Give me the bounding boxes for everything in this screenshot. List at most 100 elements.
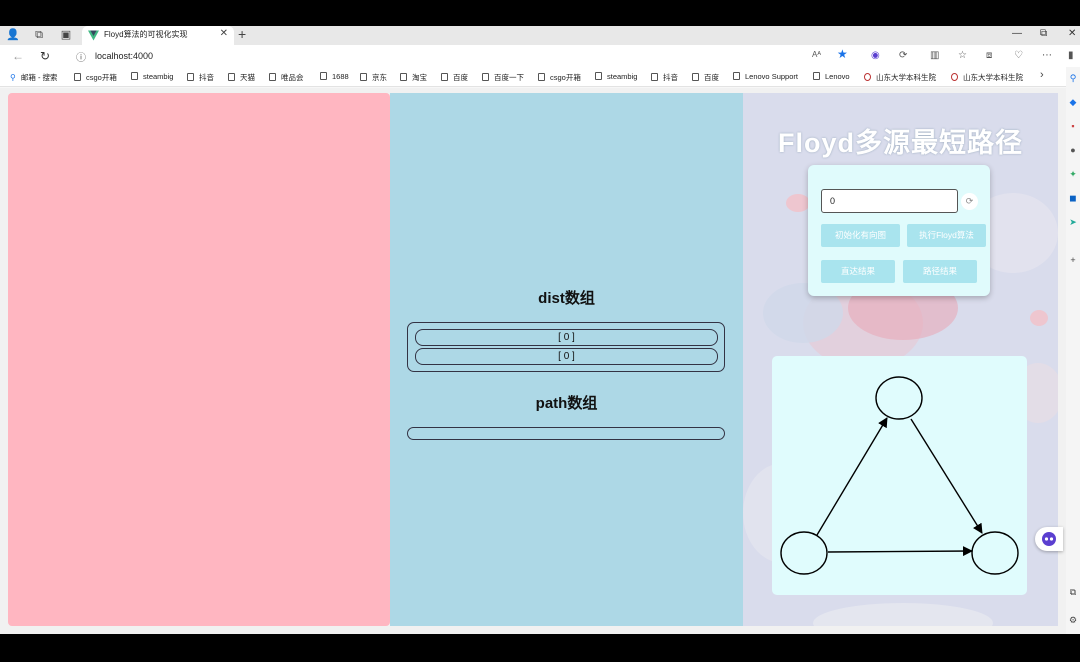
bookmark-label: 抖音 (199, 73, 214, 82)
page-content: dist数组 [ 0 ] [ 0 ] path数组 Floyd多源最短路径 0 … (0, 88, 1066, 634)
back-icon[interactable]: ← (12, 49, 24, 63)
bookmark-label: steambig (607, 72, 638, 81)
bookmark-item[interactable]: 百度 (441, 72, 468, 83)
tab-title: Floyd算法的可视化实现 (104, 30, 188, 39)
games-icon[interactable]: ✦ (1068, 169, 1078, 179)
bookmark-label: Lenovo Support (745, 72, 798, 81)
tab-bar: 👤 ⧉ ▣ Floyd算法的可视化实现 ✕ + — ⧉ ✕ (0, 26, 1080, 45)
copilot-icon[interactable]: ◉ (871, 50, 880, 61)
bookmark-label: csgo开箱 (86, 73, 117, 82)
people-icon[interactable]: ● (1068, 145, 1078, 155)
bookmark-label: 山东大学本科生院 (876, 73, 936, 82)
favorites-icon[interactable]: ☆ (958, 50, 967, 61)
bookmark-item[interactable]: 百度 (692, 72, 719, 83)
dist-row: [ 0 ] (415, 348, 718, 365)
direct-result-button[interactable]: 直达结果 (821, 260, 895, 283)
site-info-icon[interactable]: ⓘ (76, 49, 86, 64)
extensions-icon[interactable]: ⟳ (899, 50, 907, 61)
browser-essentials-icon[interactable]: ♡ (1014, 50, 1023, 61)
bookmark-label: steambig (143, 72, 174, 81)
search-sidebar-icon[interactable]: ⚲ (1068, 73, 1078, 83)
graph-node (875, 376, 923, 420)
bookmark-item[interactable]: 淘宝 (400, 72, 427, 83)
assistant-face-icon (1042, 532, 1056, 546)
bookmark-item[interactable]: 山东大学本科生院 (864, 72, 936, 83)
run-floyd-button[interactable]: 执行Floyd算法 (907, 224, 986, 247)
split-screen-icon[interactable]: ▥ (930, 50, 939, 61)
bookmark-item[interactable]: ⚲ 邮箱 - 搜索 (10, 72, 58, 83)
page-icon (269, 73, 276, 81)
url-text[interactable]: localhost:4000 (95, 51, 153, 61)
page-icon (538, 73, 545, 81)
outlook-icon[interactable]: ◼ (1068, 193, 1078, 203)
refresh-icon[interactable]: ↻ (40, 49, 50, 63)
bookmark-item[interactable]: steambig (595, 72, 637, 81)
app-title: Floyd多源最短路径 (778, 128, 1023, 158)
bookmark-item[interactable]: steambig (131, 72, 173, 81)
control-panel: Floyd多源最短路径 ⟳ 初始化有向图 执行Floyd算法 直达结果 路径结果 (743, 93, 1058, 626)
bookmark-item[interactable]: csgo开箱 (74, 72, 117, 83)
profile-icon[interactable]: 👤 (6, 29, 20, 42)
page-icon (482, 73, 489, 81)
collections-icon[interactable]: ⧈ (986, 50, 992, 61)
vue-logo-icon (88, 30, 99, 41)
page-icon (400, 73, 407, 81)
bookmark-label: 淘宝 (412, 73, 427, 82)
sidebar-toggle-icon[interactable]: ▮ (1068, 50, 1074, 61)
bookmark-item[interactable]: Lenovo (813, 72, 850, 81)
loading-spinner-icon: ⟳ (961, 193, 978, 210)
page-icon (441, 73, 448, 81)
dist-array: [ 0 ] [ 0 ] (407, 322, 725, 372)
drop-icon[interactable]: ➤ (1068, 217, 1078, 227)
tab-floyd[interactable]: Floyd算法的可视化实现 ✕ (82, 26, 234, 45)
init-graph-button[interactable]: 初始化有向图 (821, 224, 900, 247)
assistant-button[interactable] (1035, 527, 1063, 551)
more-menu-icon[interactable]: ⋯ (1042, 50, 1052, 61)
array-panel: dist数组 [ 0 ] [ 0 ] path数组 (390, 93, 743, 626)
bookmark-item[interactable]: 抖音 (651, 72, 678, 83)
sdu-icon (864, 73, 871, 81)
shopping-icon[interactable]: ◆ (1068, 97, 1078, 107)
bookmark-item[interactable]: 唯品会 (269, 72, 304, 83)
read-aloud-icon[interactable]: Aᴬ (812, 50, 821, 59)
bookmark-item[interactable]: 京东 (360, 72, 387, 83)
page-icon (692, 73, 699, 81)
address-bar-row: ← ↻ ⓘ localhost:4000 Aᴬ ★ ◉ ⟳ ▥ ☆ ⧈ ♡ ⋯ … (0, 45, 1080, 67)
bookmark-label: 山东大学本科生院 (963, 73, 1023, 82)
graph-edge (816, 417, 888, 536)
restore-button[interactable]: ⧉ (1040, 28, 1047, 39)
page-icon (651, 73, 658, 81)
page-icon (733, 72, 740, 80)
settings-gear-icon[interactable]: ⚙ (1068, 615, 1078, 625)
bookmark-label: Lenovo (825, 72, 850, 81)
control-card: ⟳ 初始化有向图 执行Floyd算法 直达结果 路径结果 (808, 165, 990, 296)
page-icon (187, 73, 194, 81)
add-sidebar-icon[interactable]: + (1068, 255, 1078, 265)
address-bar[interactable]: ⓘ localhost:4000 (74, 47, 864, 65)
favorite-star-icon[interactable]: ★ (837, 47, 848, 61)
tab-close-icon[interactable]: ✕ (220, 28, 228, 39)
graph-edge (827, 546, 973, 557)
new-tab-button[interactable]: + (238, 26, 246, 42)
bookmark-label: 百度 (704, 73, 719, 82)
edge-sidebar: ⚲ ◆ ▪ ● ✦ ◼ ➤ + ⧉ ⚙ (1066, 67, 1080, 634)
close-window-button[interactable]: ✕ (1068, 28, 1076, 39)
tab-actions-icon[interactable]: ▣ (59, 29, 73, 42)
bookmark-item[interactable]: csgo开箱 (538, 72, 581, 83)
tools-icon[interactable]: ▪ (1068, 121, 1078, 131)
sidebar-layout-icon[interactable]: ⧉ (1068, 587, 1078, 597)
browser-window: 👤 ⧉ ▣ Floyd算法的可视化实现 ✕ + — ⧉ ✕ ← ↻ ⓘ loca… (0, 26, 1080, 634)
vertex-count-input[interactable] (821, 189, 958, 213)
bookmark-item[interactable]: Lenovo Support (733, 72, 798, 81)
bookmark-item[interactable]: 山东大学本科生院 (951, 72, 1023, 83)
workspaces-icon[interactable]: ⧉ (32, 29, 46, 42)
sdu-icon (951, 73, 958, 81)
path-result-button[interactable]: 路径结果 (903, 260, 977, 283)
page-icon (360, 73, 367, 81)
bookmark-item[interactable]: 天猫 (228, 72, 255, 83)
bookmark-item[interactable]: 百度一下 (482, 72, 524, 83)
minimize-button[interactable]: — (1012, 28, 1022, 39)
bookmark-item[interactable]: 抖音 (187, 72, 214, 83)
bookmarks-more-icon[interactable]: › (1040, 69, 1044, 81)
bookmark-item[interactable]: 1688 (320, 72, 349, 81)
